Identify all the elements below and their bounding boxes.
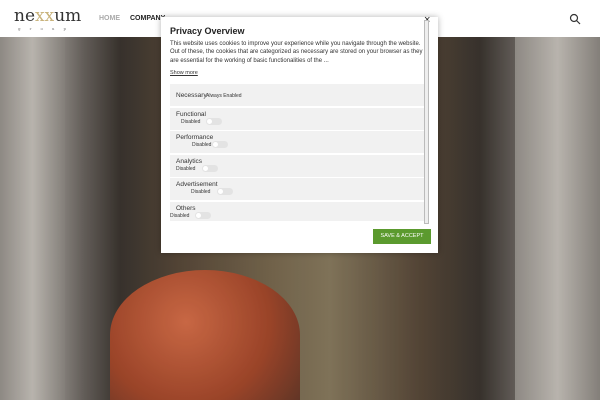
category-status: Disabled xyxy=(191,189,211,195)
toggle-others[interactable] xyxy=(195,211,211,219)
nav-home[interactable]: HOME xyxy=(99,15,120,22)
category-advertisement[interactable]: Advertisement Disabled xyxy=(170,178,426,200)
category-others[interactable]: Others Disabled xyxy=(170,201,426,221)
category-label: Functional xyxy=(176,110,206,118)
show-more-link[interactable]: Show more xyxy=(170,70,198,76)
toggle-advertisement[interactable] xyxy=(217,188,233,195)
category-status: Always Enabled xyxy=(206,93,242,99)
cookie-category-list: Necessary Always Enabled Functional Disabl… xyxy=(170,84,426,221)
save-accept-button[interactable]: SAVE & ACCEPT xyxy=(373,229,431,244)
category-functional[interactable]: Functional Disabled xyxy=(170,107,426,130)
category-analytics[interactable]: Analytics Disabled xyxy=(170,154,426,177)
category-label: Analytics xyxy=(176,157,203,165)
toggle-analytics[interactable] xyxy=(202,164,218,172)
category-necessary[interactable]: Necessary Always Enabled xyxy=(170,84,426,106)
nav-company[interactable]: COMPANY xyxy=(130,15,165,22)
category-status: Disabled xyxy=(181,118,201,125)
logo-sub: group xyxy=(18,26,76,31)
category-status: Disabled xyxy=(192,142,212,148)
logo[interactable]: nexxum group xyxy=(14,6,81,31)
category-label: Advertisement xyxy=(176,181,218,188)
category-status: Disabled xyxy=(170,212,190,219)
category-performance[interactable]: Performance Disabled xyxy=(170,131,426,153)
modal-description: This website uses cookies to improve you… xyxy=(170,41,423,64)
toggle-performance[interactable] xyxy=(212,141,228,148)
scrollbar[interactable] xyxy=(424,20,429,224)
category-label: Performance xyxy=(176,134,214,141)
toggle-functional[interactable] xyxy=(206,117,222,125)
category-status: Disabled xyxy=(176,165,196,172)
search-icon[interactable] xyxy=(569,13,581,25)
modal-title: Privacy Overview xyxy=(170,26,245,36)
category-label: Necessary xyxy=(176,92,207,99)
privacy-modal: × Privacy Overview This website uses coo… xyxy=(161,14,438,253)
category-label: Others xyxy=(176,204,196,212)
